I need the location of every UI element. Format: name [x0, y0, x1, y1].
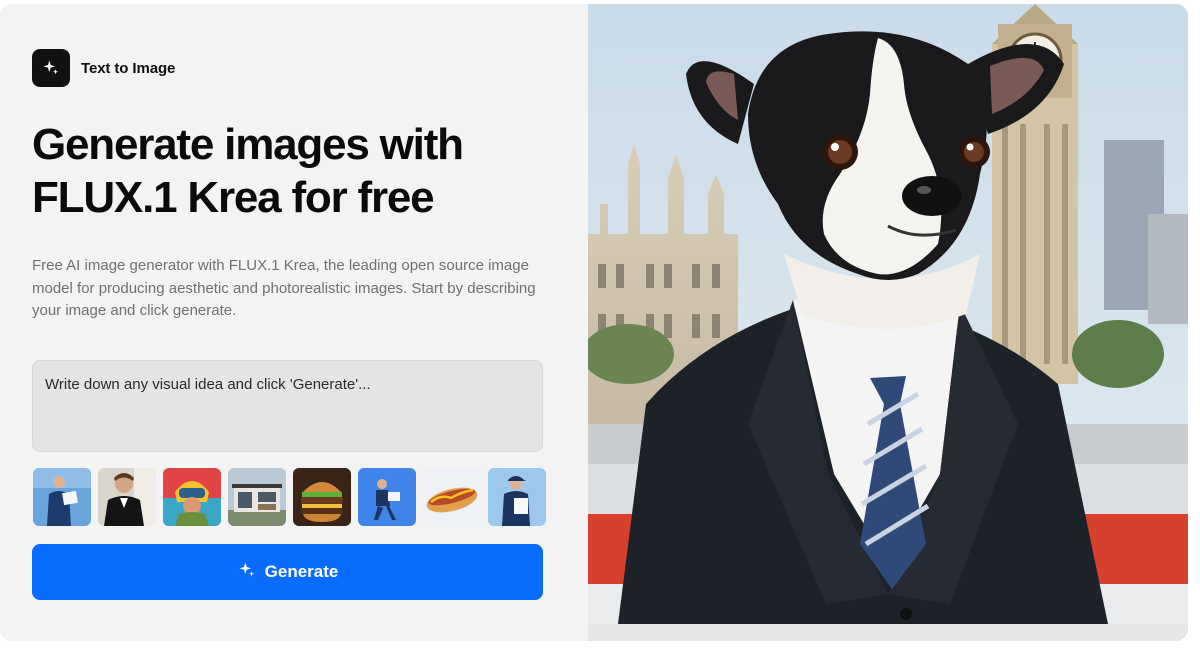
sparkle-icon: [32, 49, 70, 87]
hero-image-panel: [588, 4, 1188, 641]
page-title-line-1: Generate images with: [32, 120, 464, 169]
example-thumb-hot-dog[interactable]: [423, 468, 481, 526]
page-title: Generate images with FLUX.1 Krea for fre…: [32, 118, 552, 224]
page-title-line-2: FLUX.1 Krea for free: [32, 173, 435, 222]
text-to-image-card: Text to Image Generate images with FLUX.…: [0, 4, 1188, 641]
example-thumb-walking-man[interactable]: [358, 468, 416, 526]
sparkle-icon: [237, 560, 257, 585]
prompt-input[interactable]: [32, 360, 543, 452]
feature-badge: Text to Image: [32, 49, 175, 87]
example-thumb-man-blue-suit[interactable]: [33, 468, 91, 526]
example-thumb-burger[interactable]: [293, 468, 351, 526]
example-thumbnails: [33, 468, 546, 526]
example-thumb-helmet-portrait[interactable]: [163, 468, 221, 526]
example-thumb-man-tuxedo[interactable]: [98, 468, 156, 526]
generate-button-label: Generate: [264, 562, 339, 581]
generate-button[interactable]: Generate: [32, 544, 543, 600]
badge-label: Text to Image: [81, 59, 176, 77]
example-thumb-man-cap[interactable]: [488, 468, 546, 526]
page-description: Free AI image generator with FLUX.1 Krea…: [32, 257, 536, 319]
example-thumb-modern-house[interactable]: [228, 468, 286, 526]
left-panel: Text to Image Generate images with FLUX.…: [0, 4, 588, 641]
hero-image: [588, 4, 1188, 624]
